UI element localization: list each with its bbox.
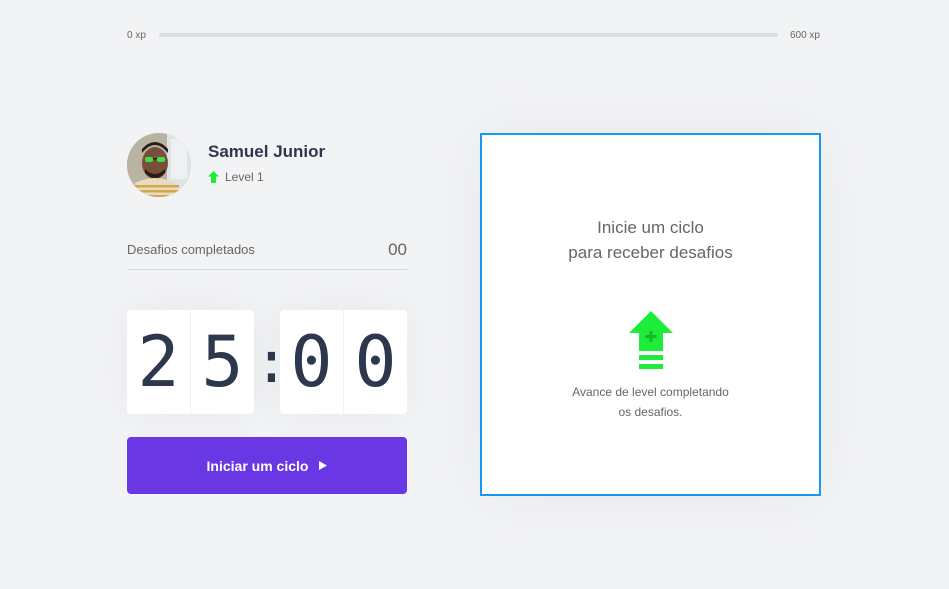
completed-challenges-label: Desafios completados (127, 242, 255, 257)
profile: Samuel Junior Level 1 (127, 133, 325, 197)
user-avatar-photo (127, 133, 191, 197)
level-up-arrow-icon (628, 311, 673, 369)
start-cycle-label: Iniciar um ciclo (206, 457, 309, 474)
minute-digit-right: 5 (201, 321, 244, 403)
xp-max-label: 600 xp (789, 29, 820, 41)
level-row: Level 1 (208, 170, 325, 184)
experience-bar: 0 xp 600 xp (127, 27, 820, 43)
challenge-box-description: Avance de level completando os desafios. (572, 382, 729, 422)
completed-challenges-count: 00 (388, 239, 407, 259)
second-digit-right: 0 (354, 321, 397, 403)
xp-track (158, 33, 778, 37)
seconds-group: 0 0 (280, 310, 407, 414)
profile-name: Samuel Junior (208, 142, 326, 161)
app-page: 0 xp 600 xp Samuel Junior Level 1 Desafi… (0, 0, 949, 589)
countdown-separator: : (254, 328, 289, 396)
profile-info: Samuel Junior Level 1 (208, 142, 325, 184)
minutes-group: 2 5 (127, 310, 254, 414)
minute-digit-left: 2 (127, 310, 191, 414)
start-cycle-button[interactable]: Iniciar um ciclo (127, 437, 407, 494)
challenge-box: Inicie um ciclo para receber desafios Av… (480, 133, 821, 496)
challenge-box-title: Inicie um ciclo para receber desafios (568, 215, 732, 265)
level-label: Level 1 (225, 170, 264, 184)
countdown: 2 5 : 0 0 (127, 310, 407, 414)
challenge-box-title-line2: para receber desafios (568, 243, 733, 262)
challenge-box-desc-line1: Avance de level completando (572, 385, 729, 399)
challenge-box-title-line1: Inicie um ciclo (597, 218, 704, 237)
play-icon (319, 461, 328, 470)
completed-challenges: Desafios completados 00 (127, 236, 407, 270)
xp-min-label: 0 xp (127, 29, 146, 41)
second-digit-left: 0 (280, 310, 344, 414)
level-up-arrow-icon (208, 171, 219, 183)
challenge-box-desc-line2: os desafios. (618, 405, 683, 419)
avatar (127, 133, 191, 197)
